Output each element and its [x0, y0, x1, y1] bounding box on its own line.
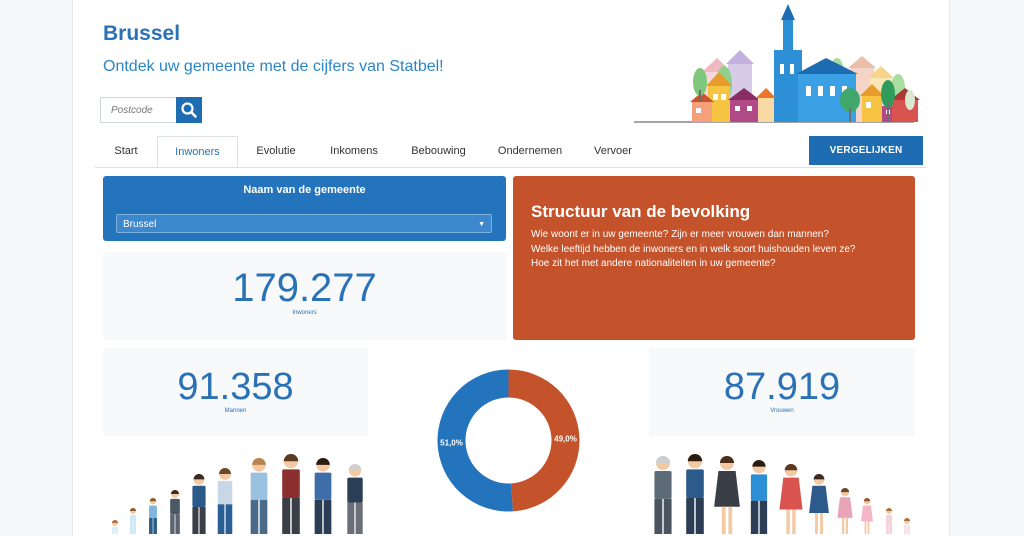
woman-figure-2	[714, 456, 740, 534]
municipality-label: Naam van de gemeente	[243, 184, 366, 196]
tab-vervoer[interactable]: Vervoer	[577, 136, 649, 167]
man-figure-5	[217, 468, 233, 534]
tab-evolutie[interactable]: Evolutie	[238, 136, 314, 167]
women-illustration	[654, 454, 910, 534]
donut-slice-mannen-label: 51,0%	[440, 438, 463, 447]
info-title: Structuur van de bevolking	[531, 202, 751, 221]
man-figure-3	[170, 490, 180, 534]
total-population-value: 179.277	[232, 266, 377, 310]
tab-start[interactable]: Start	[95, 136, 157, 167]
info-text: Wie woont er in uw gemeente? Zijn er mee…	[531, 228, 855, 272]
donut-slice-vrouwen-label: 49,0%	[554, 435, 577, 444]
man-figure-1	[130, 508, 136, 534]
woman-figure-3	[750, 460, 768, 534]
men-label: Mannen	[224, 408, 247, 414]
tab-bebouwing[interactable]: Bebouwing	[394, 136, 483, 167]
men-card: 91.358 Mannen	[103, 348, 368, 436]
man-figure-0	[112, 520, 118, 534]
women-card: 87.919 Vrouwen	[649, 348, 915, 436]
man-figure-9	[347, 464, 363, 534]
info-panel: Structuur van de bevolking Wie woont er …	[513, 176, 915, 340]
page: Brussel Ontdek uw gemeente met de cijfer…	[72, 0, 950, 536]
men-value: 91.358	[177, 366, 294, 408]
man-figure-4	[192, 474, 206, 534]
tab-inkomens[interactable]: Inkomens	[314, 136, 394, 167]
postcode-input[interactable]	[100, 97, 185, 123]
woman-figure-5	[809, 474, 829, 534]
total-population-card: 179.277 Inwoners	[103, 252, 506, 340]
woman-figure-0	[654, 456, 672, 534]
gender-donut-chart: 51,0% 49,0%	[437, 369, 580, 512]
woman-figure-8	[886, 508, 892, 534]
man-figure-2	[149, 498, 157, 534]
tab-bar: Start Inwoners Evolutie Inkomens Bebouwi…	[95, 136, 926, 168]
page-title: Brussel	[103, 22, 181, 45]
search-icon	[181, 102, 197, 118]
chevron-down-icon: ▼	[478, 221, 485, 228]
tab-ondernemen[interactable]: Ondernemen	[483, 136, 577, 167]
page-subtitle: Ontdek uw gemeente met de cijfers van St…	[103, 58, 444, 75]
info-line: Wie woont er in uw gemeente? Zijn er mee…	[531, 229, 829, 240]
tab-inwoners[interactable]: Inwoners	[157, 136, 238, 167]
woman-figure-9	[904, 518, 910, 534]
women-label: Vrouwen	[770, 408, 794, 414]
men-illustration	[112, 454, 363, 534]
municipality-select[interactable]: Brussel ▼	[116, 214, 492, 233]
total-population-label: Inwoners	[292, 310, 317, 316]
man-figure-6	[250, 458, 268, 534]
women-value: 87.919	[723, 366, 841, 408]
info-line: Welke leeftijd hebben de inwoners en in …	[531, 243, 856, 255]
woman-figure-6	[837, 488, 853, 534]
man-figure-8	[314, 458, 332, 534]
town-illustration	[634, 4, 920, 123]
info-line: Hoe zit het met andere nationaliteiten i…	[531, 258, 776, 269]
man-figure-7	[282, 454, 300, 534]
woman-figure-7	[861, 498, 873, 534]
municipality-selector: Naam van de gemeente Brussel ▼	[103, 176, 506, 241]
woman-figure-4	[779, 464, 803, 534]
compare-button[interactable]: VERGELIJKEN	[809, 136, 923, 165]
search-button[interactable]	[176, 97, 202, 123]
woman-figure-1	[686, 454, 704, 534]
municipality-value: Brussel	[123, 219, 157, 230]
